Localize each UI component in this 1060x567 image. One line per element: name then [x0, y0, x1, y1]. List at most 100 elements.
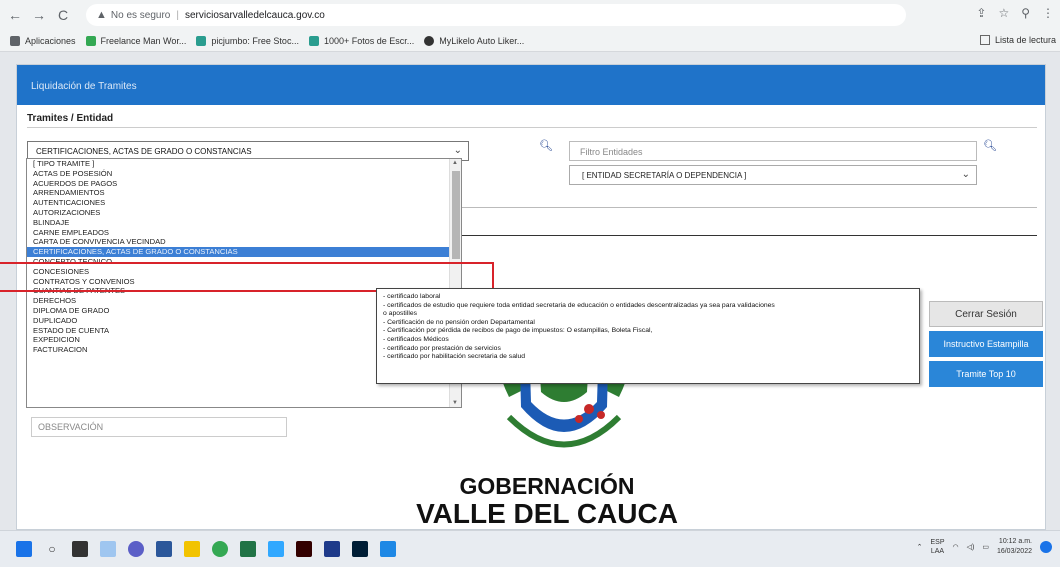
dropdown-option[interactable]: ARRENDAMIENTOS [27, 188, 449, 198]
tooltip-line: - certificado por habilitación secretari… [383, 353, 526, 361]
observation-input[interactable]: OBSERVACIÓN [31, 417, 287, 437]
chrome-icon[interactable] [212, 541, 228, 557]
dropdown-option[interactable]: CONTRATOS Y CONVENIOS [27, 277, 449, 287]
bookmark-label: Freelance Man Wor... [100, 35, 187, 46]
tooltip-line: - Certificación por pérdida de recibos d… [383, 327, 653, 335]
tramite-select-value: CERTIFICACIONES, ACTAS DE GRADO O CONSTA… [36, 147, 252, 156]
reading-list-icon [979, 35, 990, 45]
lang-line-1: ESP [930, 539, 945, 546]
extension-icon[interactable]: ⚲ [1021, 6, 1030, 20]
dropdown-option[interactable]: AUTENTICACIONES [27, 198, 449, 208]
bookmark-mylikelo[interactable]: MyLikelo Auto Liker... [424, 35, 525, 46]
word-icon[interactable] [156, 541, 172, 557]
bookmarks-bar: Aplicaciones Freelance Man Wor... picjum… [0, 30, 1060, 52]
brand-line-2: VALLE DEL CAUCA [416, 498, 678, 529]
warning-icon[interactable]: ▲ [96, 9, 107, 21]
dropdown-option[interactable]: CARNE EMPLEADOS [27, 228, 449, 238]
search-icon[interactable]: 🔍︎ [983, 139, 997, 152]
scroll-down-icon[interactable]: ▼ [452, 400, 458, 406]
system-tray: ⌃ ESP LAA ◠ ◁) ▭ 10:12 a.m. 16/03/2022 [917, 537, 1052, 557]
illustrator-icon[interactable] [296, 541, 312, 557]
volume-icon[interactable]: ◁) [967, 543, 975, 551]
bookmark-freelance[interactable]: Freelance Man Wor... [85, 35, 187, 46]
dropdown-option[interactable]: AUTORIZACIONES [27, 208, 449, 218]
bookmark-label: MyLikelo Auto Liker... [439, 35, 525, 46]
share-icon[interactable]: ⇪ [976, 6, 986, 20]
tooltip-line: - Certificación de no pensión orden Depa… [383, 318, 535, 326]
url-field[interactable]: ▲ No es seguro | serviciosarvalledelcauc… [86, 4, 906, 26]
tooltip-line: - certificado laboral [383, 293, 441, 300]
lang-line-2: LAA [930, 548, 945, 555]
section-divider [27, 127, 1037, 128]
top10-button[interactable]: Tramite Top 10 [929, 361, 1043, 387]
photoshop-icon[interactable] [352, 541, 368, 557]
dropdown-option[interactable]: CONCESIONES [27, 267, 449, 277]
dropdown-option[interactable]: ACTAS DE POSESIÓN [27, 169, 449, 179]
fotos-icon [308, 35, 319, 46]
tooltip-line: o apostilles [383, 310, 418, 318]
browser-address-bar: ← → C ▲ No es seguro | serviciosarvalled… [0, 0, 1060, 30]
menu-icon[interactable]: ⋮ [1042, 6, 1054, 20]
bookmark-picjumbo[interactable]: picjumbo: Free Stoc... [196, 35, 299, 46]
ps-icon[interactable] [324, 541, 340, 557]
browser-actions: ⇪ ☆ ⚲ ⋮ [976, 6, 1054, 20]
scrollbar-thumb[interactable] [452, 171, 460, 259]
dropdown-option[interactable]: CONCEPTO TECNICO [27, 257, 449, 267]
bookmark-label: picjumbo: Free Stoc... [211, 35, 299, 46]
windows-taskbar: ○ ⌃ ESP LAA ◠ ◁) ▭ 10:12 a.m. 16/03/2022 [0, 530, 1060, 567]
reading-list-label: Lista de lectura [994, 35, 1056, 45]
scroll-up-icon[interactable]: ▲ [452, 160, 458, 166]
reload-icon[interactable]: C [54, 6, 72, 24]
option-tooltip: - certificado laboral - certificados de … [376, 288, 920, 384]
battery-icon[interactable]: ▭ [982, 543, 989, 551]
panel-header: Liquidación de Tramites [17, 65, 1045, 105]
bookmark-fotos[interactable]: 1000+ Fotos de Escr... [308, 35, 415, 46]
mylikelo-icon [424, 35, 435, 46]
reading-list[interactable]: Lista de lectura [979, 35, 1056, 45]
bookmark-label: 1000+ Fotos de Escr... [323, 35, 415, 46]
brand-line-1: GOBERNACIÓN [459, 473, 635, 499]
bookmark-apps[interactable]: Aplicaciones [10, 35, 76, 46]
language-indicator[interactable]: ESP LAA [930, 538, 944, 556]
excel-icon[interactable] [240, 541, 256, 557]
star-icon[interactable]: ☆ [998, 6, 1009, 20]
tooltip-line: - certificados Médicos [383, 335, 449, 343]
entity-select[interactable]: [ ENTIDAD SECRETARÍA O DEPENDENCIA ] ⌄ [569, 165, 977, 185]
dropdown-option[interactable]: ACUERDOS DE PAGOS [27, 179, 449, 189]
notification-icon[interactable] [1040, 541, 1052, 553]
task-view-icon[interactable] [72, 541, 88, 557]
entity-select-value: [ ENTIDAD SECRETARÍA O DEPENDENCIA ] [582, 171, 747, 180]
back-icon[interactable]: ← [6, 6, 24, 24]
picjumbo-icon [196, 35, 207, 46]
premiere-icon[interactable] [268, 541, 284, 557]
url-text: serviciosarvalledelcauca.gov.co [184, 9, 325, 21]
forward-icon[interactable]: → [30, 6, 48, 24]
bookmark-label: Aplicaciones [25, 35, 76, 46]
dropdown-option[interactable]: CERTIFICACIONES, ACTAS DE GRADO O CONSTA… [27, 247, 449, 257]
chevron-down-icon: ⌄ [961, 169, 970, 180]
dropdown-option[interactable]: [ TIPO TRAMITE ] [27, 159, 449, 169]
search-icon[interactable]: 🔍︎ [539, 139, 553, 152]
chat-icon[interactable] [128, 541, 144, 557]
chevron-up-icon[interactable]: ⌃ [917, 543, 923, 551]
freelance-icon [85, 35, 96, 46]
entity-filter-input[interactable]: Filtro Entidades [569, 141, 977, 161]
instructivo-button[interactable]: Instructivo Estampilla [929, 331, 1043, 357]
dropdown-option[interactable]: CARTA DE CONVIVENCIA VECINDAD [27, 237, 449, 247]
tooltip-line: - certificado por prestación de servicio… [383, 344, 501, 352]
brand-text: GOBERNACIÓN VALLE DEL CAUCA [397, 475, 697, 528]
widgets-icon[interactable] [100, 541, 116, 557]
security-label: No es seguro [110, 9, 171, 21]
photos-icon[interactable] [380, 541, 396, 557]
clock[interactable]: 10:12 a.m. 16/03/2022 [997, 537, 1032, 557]
dropdown-option[interactable]: BLINDAJE [27, 218, 449, 228]
logout-button[interactable]: Cerrar Sesión [929, 301, 1043, 327]
wifi-icon[interactable]: ◠ [953, 543, 959, 551]
file-explorer-icon[interactable] [184, 541, 200, 557]
clock-time: 10:12 a.m. [998, 538, 1032, 545]
apps-grid-icon [10, 35, 20, 46]
tooltip-line: - certificados de estudio que requiere t… [383, 301, 775, 309]
chevron-down-icon: ⌄ [453, 145, 462, 156]
windows-start-icon[interactable] [16, 541, 32, 557]
search-icon[interactable]: ○ [44, 541, 60, 557]
